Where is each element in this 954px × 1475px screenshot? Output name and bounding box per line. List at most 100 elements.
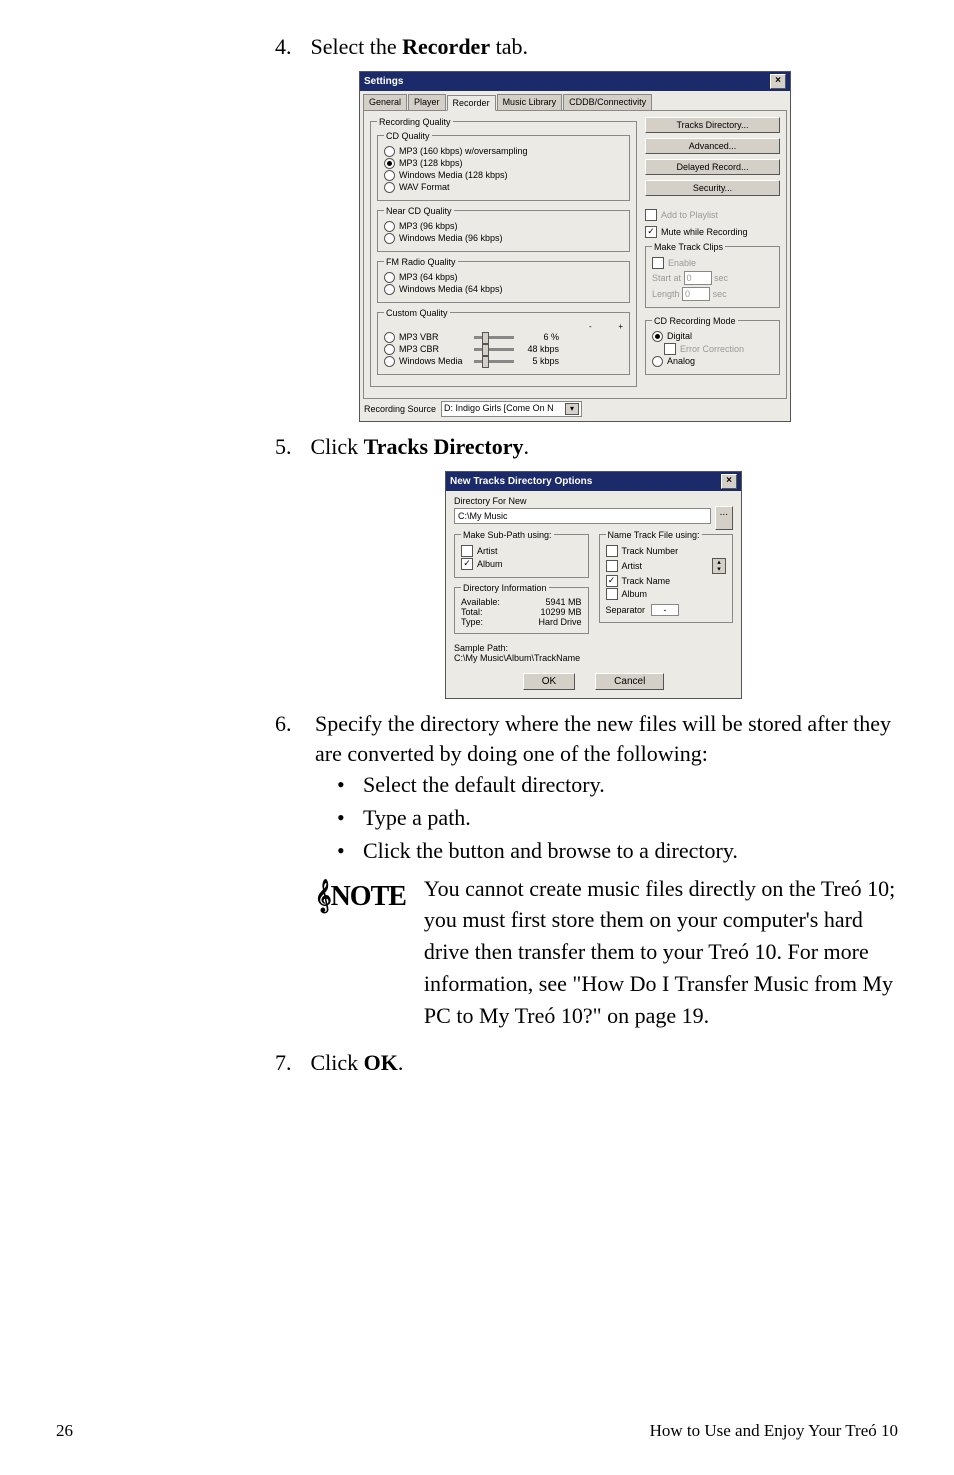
clip-length-field[interactable]: 0 — [682, 287, 710, 301]
settings-dialog: Settings × General Player Recorder Music… — [359, 71, 791, 422]
step-7-text-b: . — [398, 1050, 404, 1075]
check-subpath-album[interactable]: ✓Album — [461, 558, 582, 570]
step-5-text-b: . — [524, 434, 530, 459]
note-block: 𝄞NOTE You cannot create music files dire… — [315, 873, 905, 1032]
check-add-playlist[interactable]: Add to Playlist — [645, 209, 780, 221]
recording-source-row: Recording Source D: Indigo Girls [Come O… — [364, 401, 786, 417]
step-4-text-b: tab. — [490, 34, 528, 59]
bullet-1: Select the default directory. — [333, 770, 905, 801]
slider-cbr[interactable] — [474, 348, 514, 351]
step-4-bold: Recorder — [402, 34, 490, 59]
nametrack-group: Name Track File using: Track Number Arti… — [599, 530, 734, 623]
subpath-group: Make Sub-Path using: Artist ✓Album — [454, 530, 589, 578]
radio-mp3-96[interactable]: MP3 (96 kbps) — [384, 221, 623, 232]
page-footer: 26 How to Use and Enjoy Your Treó 10 — [0, 1421, 954, 1441]
radio-digital[interactable]: Digital — [652, 331, 773, 342]
step-6-num: 6. — [275, 709, 305, 1032]
check-error-correction[interactable]: Error Correction — [664, 343, 773, 355]
clip-start-field[interactable]: 0 — [684, 271, 712, 285]
step-6: 6. Specify the directory where the new f… — [275, 709, 905, 1032]
radio-wm-128[interactable]: Windows Media (128 kbps) — [384, 170, 623, 181]
step-4-num: 4. — [275, 32, 305, 63]
dirdlg-title: New Tracks Directory Options — [450, 476, 592, 487]
custom-group: Custom Quality - + MP3 VBR6 % MP3 CBR48 … — [377, 308, 630, 375]
check-name-artist[interactable]: Artist — [606, 560, 643, 572]
check-subpath-artist[interactable]: Artist — [461, 545, 582, 557]
radio-mp3-128[interactable]: MP3 (128 kbps) — [384, 158, 623, 169]
sample-path-label: Sample Path: — [454, 643, 733, 653]
dirdlg-titlebar: New Tracks Directory Options × — [446, 472, 741, 491]
tab-player[interactable]: Player — [408, 94, 446, 110]
check-track-number[interactable]: Track Number — [606, 545, 727, 557]
tab-cddb[interactable]: CDDB/Connectivity — [563, 94, 652, 110]
close-icon[interactable]: × — [770, 74, 786, 89]
bullet-3: Click the button and browse to a directo… — [333, 836, 905, 867]
advanced-button[interactable]: Advanced... — [645, 138, 780, 154]
step-6-text: Specify the directory where the new file… — [315, 711, 891, 767]
tab-recorder[interactable]: Recorder — [447, 95, 496, 111]
tab-music-library[interactable]: Music Library — [497, 94, 563, 110]
slider-wm[interactable] — [474, 360, 514, 363]
radio-mp3-vbr[interactable]: MP3 VBR6 % — [384, 332, 623, 343]
tab-general[interactable]: General — [363, 94, 407, 110]
settings-titlebar: Settings × — [360, 72, 790, 91]
bullet-2: Type a path. — [333, 803, 905, 834]
radio-wav[interactable]: WAV Format — [384, 182, 623, 193]
radio-mp3-64[interactable]: MP3 (64 kbps) — [384, 272, 623, 283]
radio-wm-custom[interactable]: Windows Media5 kbps — [384, 356, 623, 367]
dirinfo-group: Directory Information Available:5941 MB … — [454, 583, 589, 634]
security-button[interactable]: Security... — [645, 180, 780, 196]
ok-button[interactable]: OK — [523, 673, 575, 690]
check-enable-clips[interactable]: Enable — [652, 257, 773, 269]
radio-mp3-cbr[interactable]: MP3 CBR48 kbps — [384, 344, 623, 355]
cd-mode-group: CD Recording Mode Digital Error Correcti… — [645, 316, 780, 375]
settings-title: Settings — [364, 76, 403, 87]
check-trackname[interactable]: ✓Track Name — [606, 575, 727, 587]
step-7-num: 7. — [275, 1048, 305, 1079]
step-7: 7. Click OK. — [275, 1048, 905, 1079]
tracks-directory-dialog: New Tracks Directory Options × Directory… — [445, 471, 742, 699]
near-cd-group: Near CD Quality MP3 (96 kbps) Windows Me… — [377, 206, 630, 252]
settings-tab-content: Recording Quality CD Quality MP3 (160 kb… — [363, 110, 787, 399]
directory-for-new-label: Directory For New — [454, 496, 733, 506]
recording-quality-legend: Recording Quality — [377, 117, 453, 127]
step-5-bold: Tracks Directory — [364, 434, 524, 459]
close-icon[interactable]: × — [721, 474, 737, 489]
chevron-down-icon[interactable]: ▾ — [565, 403, 579, 415]
step-7-bold: OK — [364, 1050, 398, 1075]
clips-group: Make Track Clips Enable Start at 0 sec L… — [645, 242, 780, 308]
recording-source-select[interactable]: D: Indigo Girls [Come On N ▾ — [441, 401, 582, 417]
directory-path-field[interactable]: C:\My Music — [454, 508, 711, 524]
check-mute[interactable]: ✓Mute while Recording — [645, 226, 780, 238]
note-icon: 𝄞NOTE — [315, 877, 406, 916]
step-4-text-a: Select the — [311, 34, 403, 59]
radio-mp3-160[interactable]: MP3 (160 kbps) w/oversampling — [384, 146, 623, 157]
note-text: You cannot create music files directly o… — [424, 873, 905, 1032]
step-5: 5. Click Tracks Directory. — [275, 432, 905, 463]
browse-button[interactable]: ... — [715, 506, 733, 530]
slider-vbr[interactable] — [474, 336, 514, 339]
cancel-button[interactable]: Cancel — [595, 673, 664, 690]
step-6-bullets: Select the default directory. Type a pat… — [333, 770, 905, 866]
step-5-num: 5. — [275, 432, 305, 463]
step-4: 4. Select the Recorder tab. — [275, 32, 905, 63]
step-5-text-a: Click — [311, 434, 364, 459]
separator-label: Separator — [606, 605, 646, 615]
check-name-album[interactable]: Album — [606, 588, 727, 600]
sample-path: C:\My Music\Album\TrackName — [454, 653, 733, 663]
delayed-record-button[interactable]: Delayed Record... — [645, 159, 780, 175]
radio-analog[interactable]: Analog — [652, 356, 773, 367]
radio-wm-64[interactable]: Windows Media (64 kbps) — [384, 284, 623, 295]
settings-tabs: General Player Recorder Music Library CD… — [363, 94, 787, 110]
footer-title: How to Use and Enjoy Your Treó 10 — [650, 1421, 898, 1441]
tracks-directory-button[interactable]: Tracks Directory... — [645, 117, 780, 133]
recording-source-label: Recording Source — [364, 404, 436, 414]
recording-quality-group: Recording Quality CD Quality MP3 (160 kb… — [370, 117, 637, 387]
order-updown[interactable]: ▴▾ — [712, 558, 726, 574]
fm-group: FM Radio Quality MP3 (64 kbps) Windows M… — [377, 257, 630, 303]
page-number: 26 — [56, 1421, 73, 1441]
radio-wm-96[interactable]: Windows Media (96 kbps) — [384, 233, 623, 244]
separator-field[interactable]: - — [651, 604, 679, 616]
cd-quality-group: CD Quality MP3 (160 kbps) w/oversampling… — [377, 131, 630, 201]
step-7-text-a: Click — [311, 1050, 364, 1075]
